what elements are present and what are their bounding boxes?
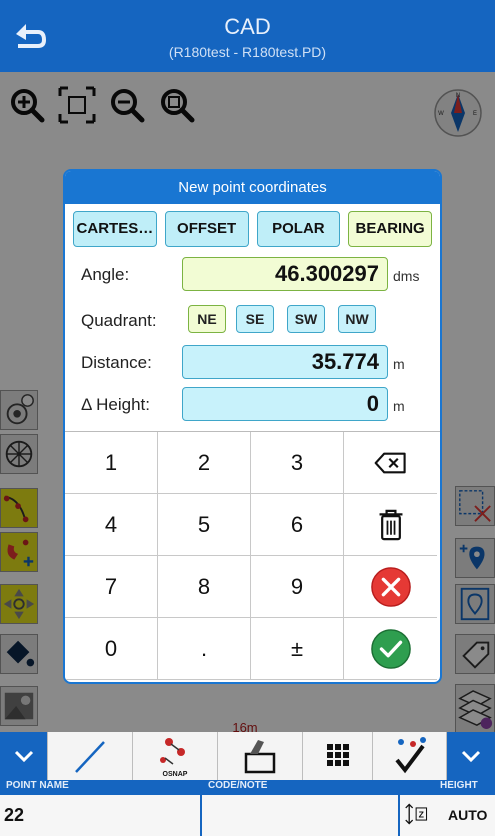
- key-2[interactable]: 2: [158, 432, 251, 494]
- code-note-field[interactable]: [202, 795, 398, 836]
- cancel-icon: [370, 567, 411, 607]
- tab-bearing[interactable]: BEARING: [348, 211, 432, 247]
- key-5[interactable]: 5: [158, 494, 251, 556]
- key-7[interactable]: 7: [65, 556, 158, 618]
- app-title: CAD: [224, 14, 271, 39]
- numeric-keypad: 1 2 3 4 5 6 7 8 9 0 . ±: [65, 431, 440, 682]
- grid-icon: [327, 744, 349, 766]
- angle-row: Angle: 46.300297 dms: [81, 257, 430, 293]
- confirm-button[interactable]: [344, 618, 437, 680]
- quadrant-sw-button[interactable]: SW: [287, 305, 325, 333]
- confirm-check-icon: [370, 629, 411, 669]
- distance-label: Distance:: [81, 353, 152, 372]
- cancel-button[interactable]: [344, 556, 437, 618]
- height-input[interactable]: 0: [182, 387, 388, 421]
- trash-icon: [379, 509, 402, 541]
- height-unit: m: [393, 398, 405, 414]
- key-3[interactable]: 3: [251, 432, 344, 494]
- keypad-grid-button[interactable]: [303, 732, 373, 780]
- distance-unit: m: [393, 356, 405, 372]
- accept-points-button[interactable]: [373, 732, 447, 780]
- key-6[interactable]: 6: [251, 494, 344, 556]
- code-header: CODE/NOTE: [208, 780, 268, 791]
- mode-tabs: CARTES… OFFSET POLAR BEARING: [73, 211, 432, 247]
- quadrant-nw-button[interactable]: NW: [338, 305, 376, 333]
- dialog-title: New point coordinates: [65, 171, 440, 204]
- chevron-down-icon: [461, 750, 481, 763]
- angle-unit: dms: [393, 268, 420, 284]
- height-label: Δ Height:: [81, 395, 151, 414]
- distance-row: Distance: 35.774 m: [81, 345, 430, 381]
- project-subtitle: (R180test - R180test.PD): [168, 44, 327, 60]
- key-8[interactable]: 8: [158, 556, 251, 618]
- key-0[interactable]: 0: [65, 618, 158, 680]
- top-bar: CAD (R180test - R180test.PD): [0, 0, 495, 72]
- backspace-key[interactable]: [344, 432, 437, 494]
- edit-tools-button[interactable]: [218, 732, 303, 780]
- point-name-header: POINT NAME: [6, 780, 69, 791]
- svg-text:Z: Z: [419, 809, 425, 819]
- height-mode-label: AUTO: [448, 807, 488, 823]
- app-root: CAD (R180test - R180test.PD) N W E 16m N…: [0, 0, 495, 836]
- angle-input[interactable]: 46.300297: [182, 257, 388, 291]
- check-points-icon: [395, 737, 426, 774]
- key-plus-minus[interactable]: ±: [251, 618, 344, 680]
- osnap-label: OSNAP: [163, 771, 188, 778]
- collapse-left-button[interactable]: [0, 732, 48, 780]
- tab-offset[interactable]: OFFSET: [164, 211, 249, 247]
- quadrant-label: Quadrant:: [81, 311, 157, 330]
- key-9[interactable]: 9: [251, 556, 344, 618]
- new-point-dialog: New point coordinates CARTES… OFFSET POL…: [63, 169, 442, 684]
- angle-label: Angle:: [81, 265, 130, 284]
- quadrant-se-button[interactable]: SE: [236, 305, 274, 333]
- point-name-field[interactable]: 22: [0, 795, 200, 836]
- key-decimal[interactable]: .: [158, 618, 251, 680]
- tab-cartesian[interactable]: CARTES…: [73, 211, 157, 247]
- osnap-button[interactable]: OSNAP: [133, 732, 218, 780]
- collapse-right-button[interactable]: [447, 732, 495, 780]
- key-4[interactable]: 4: [65, 494, 158, 556]
- bottom-toolbar: OSNAP: [0, 732, 495, 780]
- tab-polar[interactable]: POLAR: [256, 211, 341, 247]
- height-z-icon: Z: [405, 803, 428, 825]
- backspace-icon: [374, 452, 406, 474]
- key-1[interactable]: 1: [65, 432, 158, 494]
- chevron-down-icon: [14, 750, 34, 763]
- height-mode-field[interactable]: Z AUTO: [400, 795, 495, 836]
- height-header: HEIGHT: [440, 780, 478, 791]
- clear-key[interactable]: [344, 494, 437, 556]
- quadrant-row: Quadrant: NE SE SW NW: [81, 303, 430, 339]
- distance-input[interactable]: 35.774: [182, 345, 388, 379]
- quadrant-ne-button[interactable]: NE: [188, 305, 226, 333]
- toolbox-icon: [244, 740, 276, 774]
- line-icon: [75, 741, 105, 773]
- point-footer: POINT NAME CODE/NOTE HEIGHT 22 Z AUTO: [0, 780, 495, 836]
- osnap-icon: OSNAP: [160, 738, 188, 778]
- height-row: Δ Height: 0 m: [81, 387, 430, 423]
- line-tool-button[interactable]: [48, 732, 133, 780]
